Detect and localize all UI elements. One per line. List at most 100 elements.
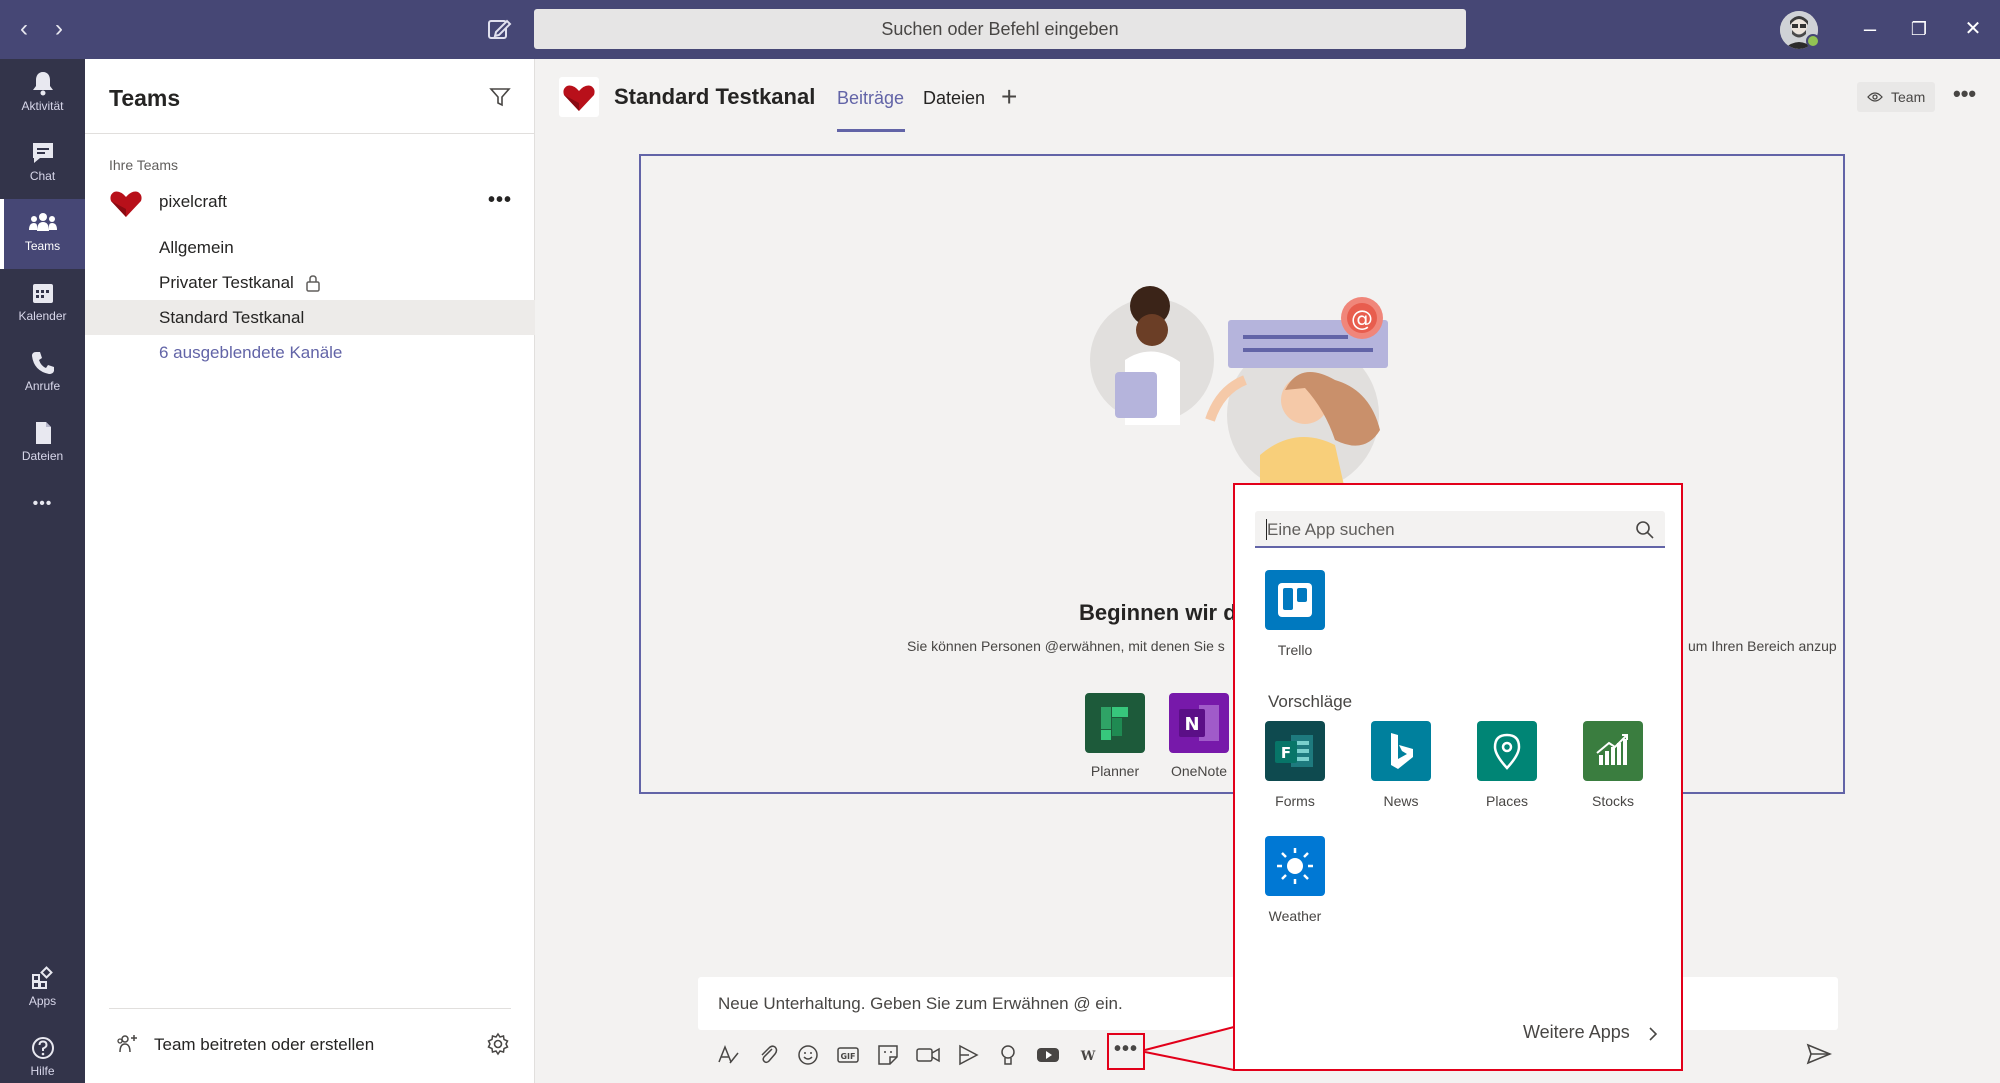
rail-item-chat[interactable]: Chat <box>0 129 85 199</box>
app-search-placeholder: Eine App suchen <box>1267 520 1395 539</box>
rail-item-files[interactable]: Dateien <box>0 409 85 479</box>
send-icon[interactable] <box>1806 1042 1832 1066</box>
minimize-button[interactable]: – <box>1855 14 1885 44</box>
rail-item-help[interactable]: Hilfe <box>0 1024 85 1083</box>
tab-posts[interactable]: Beiträge <box>837 88 904 109</box>
team-button-label: Team <box>1891 89 1926 105</box>
rail-label: Chat <box>29 169 56 183</box>
team-button[interactable]: Team <box>1857 82 1935 112</box>
maximize-button[interactable]: ❐ <box>1904 14 1934 44</box>
map-pin-icon <box>1477 721 1537 781</box>
join-create-team-button[interactable]: Team beitreten oder erstellen <box>85 1023 535 1063</box>
app-item-places[interactable]: Places <box>1462 721 1552 809</box>
channel-label: Privater Testkanal <box>159 273 294 292</box>
chat-icon <box>32 143 53 163</box>
rail-label: Teams <box>24 239 61 253</box>
channel-more-button[interactable]: ••• <box>1953 81 1976 107</box>
gif-icon[interactable]: GIF <box>833 1040 863 1070</box>
title-bar: ‹ › Suchen oder Befehl eingeben – ❐ ✕ <box>0 0 2000 59</box>
app-label: News <box>1383 793 1419 809</box>
chevron-right-icon[interactable] <box>1647 1025 1659 1043</box>
app-label: Weather <box>1268 908 1322 924</box>
app-item-weather[interactable]: Weather <box>1250 836 1340 924</box>
rail-label: Kalender <box>18 309 67 323</box>
forward-icon[interactable]: › <box>45 14 73 44</box>
team-name: pixelcraft <box>159 192 228 211</box>
app-item-trello[interactable]: Trello <box>1250 570 1340 658</box>
planner-icon <box>1085 693 1145 753</box>
section-label: Ihre Teams <box>109 157 178 173</box>
rail-label: Dateien <box>21 449 64 463</box>
app-item-news[interactable]: News <box>1356 721 1446 809</box>
rail-label: Anrufe <box>24 379 61 393</box>
filter-icon[interactable] <box>488 85 512 109</box>
hidden-channels-link[interactable]: 6 ausgeblendete Kanäle <box>85 335 535 370</box>
welcome-subtitle-tail: um Ihren Bereich anzup <box>1688 638 1837 654</box>
channel-title: Standard Testkanal <box>614 84 816 109</box>
rail-item-activity[interactable]: Aktivität <box>0 59 85 129</box>
onenote-icon: N <box>1169 693 1229 753</box>
back-icon[interactable]: ‹ <box>10 14 38 44</box>
team-more-button[interactable]: ••• <box>488 189 512 212</box>
file-icon <box>35 422 51 444</box>
gear-icon[interactable] <box>486 1032 510 1056</box>
welcome-app-planner[interactable]: Planner <box>1084 693 1146 779</box>
channel-item-standard[interactable]: Standard Testkanal <box>85 300 535 335</box>
app-item-stocks[interactable]: Stocks <box>1568 721 1658 809</box>
wikipedia-icon[interactable]: W <box>1073 1040 1103 1070</box>
svg-text:F: F <box>1281 744 1291 762</box>
sticker-icon[interactable] <box>873 1040 903 1070</box>
eye-icon <box>1867 92 1883 102</box>
rail-item-calendar[interactable]: Kalender <box>0 269 85 339</box>
welcome-app-onenote[interactable]: N OneNote <box>1168 693 1230 779</box>
rail-more-button[interactable]: ••• <box>0 484 85 524</box>
presence-status-icon <box>1806 34 1820 48</box>
add-team-icon <box>117 1035 137 1053</box>
channel-item-private[interactable]: Privater Testkanal <box>85 265 535 300</box>
format-icon[interactable] <box>713 1040 743 1070</box>
teams-icon <box>28 213 57 231</box>
svg-text:GIF: GIF <box>840 1052 855 1061</box>
welcome-title: Beginnen wir d <box>1079 600 1237 625</box>
attach-icon[interactable] <box>753 1040 783 1070</box>
team-logo-icon <box>110 191 142 217</box>
channel-label: Allgemein <box>159 238 234 257</box>
praise-icon[interactable] <box>993 1040 1023 1070</box>
channel-logo <box>559 77 599 117</box>
add-tab-button[interactable]: + <box>1001 81 1017 113</box>
teams-panel: Teams Ihre Teams pixelcraft ••• Allgemei… <box>85 59 535 1083</box>
close-button[interactable]: ✕ <box>1958 14 1988 44</box>
search-command-bar[interactable]: Suchen oder Befehl eingeben <box>534 9 1466 49</box>
app-rail: Aktivität Chat Teams Kalender Anrufe Dat… <box>0 59 85 1083</box>
rail-item-teams[interactable]: Teams <box>0 199 85 269</box>
channel-item-allgemein[interactable]: Allgemein <box>85 230 535 265</box>
lock-icon <box>306 275 320 292</box>
search-icon[interactable] <box>1635 520 1655 540</box>
rail-label: Apps <box>28 994 57 1008</box>
more-apps-link[interactable]: Weitere Apps <box>1523 1022 1630 1043</box>
compose-more-button[interactable]: ••• <box>1113 1038 1139 1064</box>
calendar-icon <box>32 284 53 303</box>
app-label: Places <box>1485 793 1529 809</box>
meet-now-icon[interactable] <box>913 1040 943 1070</box>
divider <box>109 1008 511 1009</box>
new-chat-icon[interactable] <box>486 16 512 42</box>
stream-icon[interactable] <box>953 1040 983 1070</box>
rail-item-calls[interactable]: Anrufe <box>0 339 85 409</box>
team-item-pixelcraft[interactable]: pixelcraft ••• <box>85 187 535 221</box>
youtube-icon[interactable] <box>1033 1040 1063 1070</box>
app-picker-popup: Eine App suchen Trello Vorschläge F Form… <box>1233 483 1683 1071</box>
join-label: Team beitreten oder erstellen <box>154 1035 375 1054</box>
phone-icon <box>31 352 54 374</box>
panel-title: Teams <box>109 85 181 111</box>
forms-icon: F <box>1265 721 1325 781</box>
chart-icon <box>1583 721 1643 781</box>
app-item-forms[interactable]: F Forms <box>1250 721 1340 809</box>
help-icon <box>31 1037 54 1059</box>
app-label: Planner <box>1090 763 1140 779</box>
app-label: OneNote <box>1170 763 1228 779</box>
emoji-icon[interactable] <box>793 1040 823 1070</box>
app-search-input[interactable]: Eine App suchen <box>1255 511 1665 548</box>
rail-item-apps[interactable]: Apps <box>0 954 85 1024</box>
tab-files[interactable]: Dateien <box>923 88 985 109</box>
